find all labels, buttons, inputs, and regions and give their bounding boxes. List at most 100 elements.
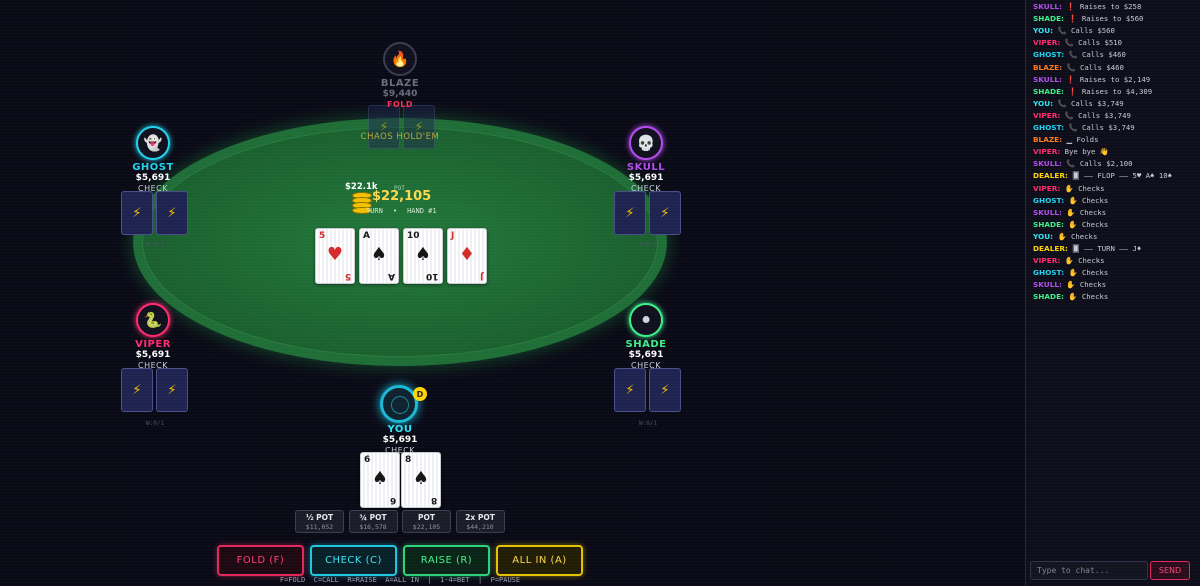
- card-rank-bottom: 6: [389, 495, 396, 505]
- your-card: 8 ♠ 8: [401, 452, 441, 508]
- lightning-icon: ⚡: [167, 382, 177, 398]
- player-name: SHADE: [625, 339, 667, 350]
- chat-message: SHADE: ❗ Raises to $4,309: [1033, 87, 1152, 97]
- player-stat: W:0/1: [146, 241, 165, 248]
- card-rank-bottom: 8: [430, 495, 437, 505]
- skull-hole-cards: ⚡ ⚡: [614, 191, 681, 235]
- player-blaze: 🔥 BLAZE $9,440 FOLD: [360, 42, 440, 110]
- ghost-icon: 👻: [136, 126, 170, 160]
- blaze-hole-cards: ⚡ ⚡: [368, 105, 435, 149]
- player-chips: $5,691: [135, 350, 171, 360]
- chat-text: Checks: [1081, 195, 1109, 205]
- chat-author: YOU:: [1033, 26, 1054, 36]
- ghost-hole-cards: ⚡ ⚡: [121, 191, 188, 235]
- shade-icon: ⚫: [629, 303, 663, 337]
- player-name: SKULL: [626, 162, 666, 173]
- bet-preset-button[interactable]: POT $22,105: [402, 510, 451, 533]
- player-stat: W:0/1: [639, 420, 658, 427]
- bet-preset-button[interactable]: 2x POT $44,210: [455, 510, 505, 533]
- player-viper: 🐍 VIPER $5,691 CHECK: [113, 303, 193, 371]
- card-back: ⚡: [649, 191, 681, 235]
- chat-author: YOU:: [1033, 231, 1054, 241]
- chat-author: DEALER:: [1033, 171, 1068, 181]
- card-back: ⚡: [649, 368, 681, 412]
- player-name: GHOST: [132, 162, 174, 173]
- table-felt: [142, 127, 658, 357]
- dealer-button-icon: D: [413, 387, 427, 401]
- card-back: ⚡: [614, 368, 646, 412]
- chat-message: GHOST: 📞 Calls $3,749: [1033, 123, 1135, 133]
- chat-author: GHOST:: [1033, 195, 1065, 205]
- chat-author: SHADE:: [1033, 14, 1064, 24]
- check-button[interactable]: CHECK (C): [310, 545, 397, 576]
- shade-hole-cards: ⚡ ⚡: [614, 368, 681, 412]
- chat-text: Folds: [1076, 135, 1099, 145]
- player-status: FOLD: [386, 100, 413, 109]
- game-area: ⚡ ⚡ CHAOS HOLD'EM 🔥 BLAZE $9,440 FOLD 👻 …: [0, 0, 1025, 586]
- chat-text: Calls $3,749: [1081, 123, 1135, 132]
- player-chips: $5,691: [628, 173, 664, 183]
- card-suit-icon: ♠: [414, 244, 432, 265]
- chat-input[interactable]: [1030, 561, 1148, 580]
- card-suit-icon: ♠: [371, 468, 389, 489]
- bet-preset-button[interactable]: ½ POT $11,052: [295, 510, 344, 533]
- chat-author: SKULL:: [1033, 159, 1062, 169]
- card-rank: A: [363, 231, 370, 241]
- chat-message: SKULL: ✋ Checks: [1033, 208, 1106, 218]
- chat-author: GHOST:: [1033, 50, 1065, 60]
- send-button[interactable]: SEND: [1150, 561, 1190, 580]
- chat-action-icon: ▁: [1066, 135, 1073, 145]
- raise-button[interactable]: RAISE (R): [403, 545, 490, 576]
- player-name: BLAZE: [380, 78, 420, 89]
- chat-author: GHOST:: [1033, 268, 1065, 278]
- card-rank: 10: [407, 231, 420, 241]
- chat-message: VIPER: 📞 Calls $3,749: [1033, 111, 1131, 121]
- preset-label: 2x POT: [465, 513, 495, 522]
- skull-icon: 💀: [629, 126, 663, 160]
- card-rank: 8: [405, 455, 412, 465]
- info-separator: •: [392, 207, 398, 215]
- fold-button[interactable]: FOLD (F): [217, 545, 304, 576]
- bet-preset-button[interactable]: ¾ POT $16,578: [348, 510, 398, 533]
- chat-text: Checks: [1070, 231, 1098, 241]
- card-suit-icon: ♠: [370, 244, 388, 265]
- player-shade: ⚫ SHADE $5,691 CHECK: [606, 303, 686, 371]
- chat-author: SKULL:: [1033, 280, 1062, 290]
- chat-text: Calls $460: [1079, 62, 1124, 72]
- chat-message: SHADE: ✋ Checks: [1033, 220, 1108, 230]
- chat-message: SHADE: ✋ Checks: [1033, 292, 1108, 302]
- player-chips: $9,440: [382, 89, 418, 99]
- lightning-icon: ⚡: [132, 382, 142, 398]
- chat-text: Checks: [1078, 256, 1105, 266]
- player-skull: 💀 SKULL $5,691 CHECK: [606, 126, 686, 194]
- keyboard-shortcuts: F=FOLD C=CALL R=RAISE A=ALL IN | 1-4=BET…: [279, 576, 521, 584]
- community-card: J ♦ J: [447, 228, 487, 284]
- your-card: 6 ♠ 6: [360, 452, 400, 508]
- chat-action-icon: ❗: [1068, 86, 1078, 96]
- player-stat: W:0/1: [146, 420, 165, 427]
- chat-text: Calls $2,100: [1079, 159, 1133, 169]
- card-back: ⚡: [121, 191, 153, 235]
- chat-author: VIPER:: [1033, 110, 1061, 120]
- preset-amount: $11,052: [305, 523, 334, 531]
- chat-action-icon: ✋: [1064, 183, 1074, 193]
- chat-author: VIPER:: [1033, 256, 1061, 266]
- card-rank: 6: [364, 455, 371, 465]
- chat-message: SKULL: 📞 Calls $2,100: [1033, 159, 1133, 169]
- all-in-button[interactable]: ALL IN (A): [496, 545, 583, 576]
- chat-author: SHADE:: [1033, 86, 1064, 96]
- chat-text: Checks: [1081, 268, 1109, 278]
- chat-message: SKULL: ❗ Raises to $258: [1033, 2, 1141, 12]
- chat-message: YOU: 📞 Calls $3,749: [1033, 99, 1124, 109]
- community-card: 5 ♥ 5: [315, 228, 355, 284]
- player-you: YOU $5,691 CHECK: [360, 422, 440, 456]
- chat-author: SKULL:: [1033, 207, 1062, 217]
- chat-message: BLAZE: ▁ Folds: [1033, 135, 1098, 145]
- card-back: ⚡: [614, 191, 646, 235]
- lightning-icon: ⚡: [625, 205, 635, 221]
- chat-message: GHOST: 📞 Calls $460: [1033, 50, 1126, 60]
- chat-text: Checks: [1079, 280, 1107, 290]
- chat-author: SHADE:: [1033, 219, 1064, 229]
- chat-text: Raises to $4,309: [1081, 86, 1153, 96]
- card-rank: 5: [319, 231, 326, 241]
